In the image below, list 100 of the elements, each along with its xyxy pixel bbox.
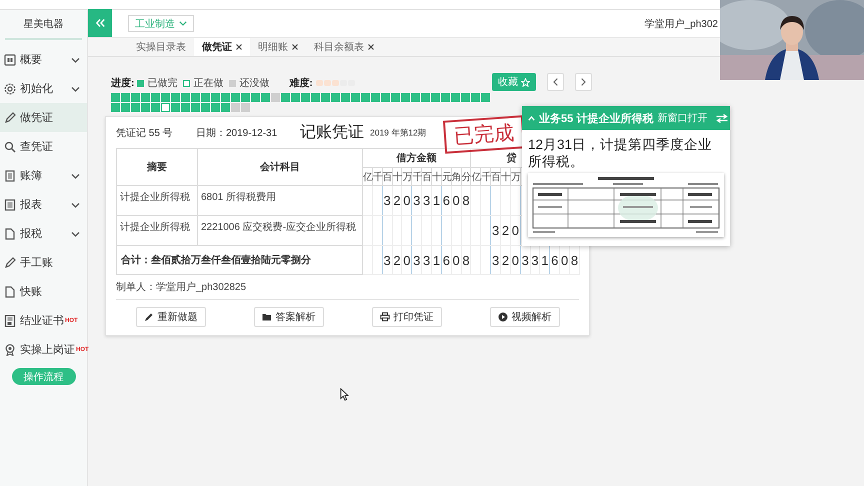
progress-cell[interactable] bbox=[281, 93, 290, 102]
sidebar-item[interactable]: 快账 bbox=[0, 277, 87, 306]
progress-cell[interactable] bbox=[391, 93, 400, 102]
progress-cell[interactable] bbox=[211, 93, 220, 102]
amount-digit: 6 bbox=[441, 186, 452, 216]
progress-cell[interactable] bbox=[421, 93, 430, 102]
sidebar-item[interactable]: 查凭证 bbox=[0, 132, 87, 161]
progress-cell[interactable] bbox=[131, 103, 140, 112]
amount-digit: 3 bbox=[412, 246, 422, 274]
progress-cell[interactable] bbox=[371, 93, 380, 102]
progress-cell[interactable] bbox=[321, 93, 330, 102]
double-chevron-left-icon bbox=[96, 19, 104, 27]
progress-cell[interactable] bbox=[431, 93, 440, 102]
progress-cell[interactable] bbox=[171, 93, 180, 102]
chevron-left-icon bbox=[553, 78, 558, 86]
sidebar-item[interactable]: 账簿 bbox=[0, 161, 87, 190]
sidebar-item[interactable]: 概要 bbox=[0, 45, 87, 74]
progress-cell[interactable] bbox=[111, 93, 120, 102]
progress-cell[interactable] bbox=[251, 93, 260, 102]
progress-cell[interactable] bbox=[471, 93, 480, 102]
progress-cell[interactable] bbox=[481, 93, 490, 102]
sidebar-item[interactable]: 手工账 bbox=[0, 248, 87, 277]
sidebar-item[interactable]: 报税 bbox=[0, 219, 87, 248]
unit-label: 亿 bbox=[470, 168, 481, 186]
amount-digit: 3 bbox=[412, 186, 422, 216]
progress-cell[interactable] bbox=[111, 103, 120, 112]
progress-cell[interactable] bbox=[141, 103, 150, 112]
progress-cell[interactable] bbox=[231, 103, 240, 112]
progress-cell[interactable] bbox=[311, 93, 320, 102]
progress-cell[interactable] bbox=[191, 93, 200, 102]
progress-cell[interactable] bbox=[201, 93, 210, 102]
sidebar-item[interactable]: 报表 bbox=[0, 190, 87, 219]
amount-digit: 2 bbox=[500, 216, 510, 246]
progress-cell[interactable] bbox=[211, 103, 220, 112]
tab[interactable]: 科目余额表 bbox=[306, 38, 382, 56]
previous-button[interactable] bbox=[547, 73, 564, 91]
amount-digit: 6 bbox=[441, 246, 452, 274]
next-button[interactable] bbox=[575, 73, 592, 91]
progress-cell[interactable] bbox=[131, 93, 140, 102]
tab[interactable]: 做凭证 bbox=[194, 38, 250, 56]
action-button[interactable]: 重新做题 bbox=[136, 307, 206, 327]
progress-cell[interactable] bbox=[191, 103, 200, 112]
progress-cell[interactable] bbox=[341, 93, 350, 102]
progress-cell[interactable] bbox=[181, 103, 190, 112]
settings-icon bbox=[4, 82, 16, 94]
progress-cell[interactable] bbox=[351, 93, 360, 102]
action-button[interactable]: 答案解析 bbox=[254, 307, 324, 327]
progress-cell[interactable] bbox=[361, 93, 370, 102]
amount-digit: 2 bbox=[500, 246, 510, 274]
progress-cell[interactable] bbox=[161, 103, 170, 112]
tab[interactable]: 明细账 bbox=[250, 38, 306, 56]
progress-cell[interactable] bbox=[221, 93, 230, 102]
progress-cell[interactable] bbox=[451, 93, 460, 102]
progress-cell[interactable] bbox=[241, 103, 250, 112]
amount-digit: 2 bbox=[392, 246, 402, 274]
amount-digit: 3 bbox=[490, 246, 501, 274]
progress-cell[interactable] bbox=[141, 93, 150, 102]
progress-cell[interactable] bbox=[121, 103, 130, 112]
progress-cell[interactable] bbox=[121, 93, 130, 102]
progress-cell[interactable] bbox=[201, 103, 210, 112]
progress-cell[interactable] bbox=[401, 93, 410, 102]
progress-cell[interactable] bbox=[161, 93, 170, 102]
book-icon bbox=[4, 170, 16, 182]
tab[interactable]: 实操目录表 bbox=[128, 38, 194, 56]
progress-cell[interactable] bbox=[271, 93, 280, 102]
close-icon bbox=[292, 44, 298, 50]
progress-cell[interactable] bbox=[241, 93, 250, 102]
unit-label: 千 bbox=[372, 168, 382, 186]
play-circle-icon bbox=[498, 312, 508, 322]
progress-cell[interactable] bbox=[171, 103, 180, 112]
amount-digit: 0 bbox=[402, 186, 412, 216]
column-header: 借方金额 bbox=[362, 148, 471, 168]
chevron-right-icon bbox=[581, 78, 586, 86]
sidebar-item[interactable]: 做凭证 bbox=[0, 103, 87, 132]
progress-cell[interactable] bbox=[151, 103, 160, 112]
amount-digit: 0 bbox=[402, 246, 412, 274]
collapse-button[interactable] bbox=[88, 9, 112, 37]
action-button[interactable]: 打印凭证 bbox=[372, 307, 442, 327]
progress-cell[interactable] bbox=[381, 93, 390, 102]
swap-icon bbox=[716, 114, 728, 122]
progress-cell[interactable] bbox=[151, 93, 160, 102]
progress-cell[interactable] bbox=[181, 93, 190, 102]
amount-digit: 3 bbox=[382, 246, 392, 274]
folder-icon bbox=[262, 312, 272, 322]
action-button[interactable]: 视频解析 bbox=[490, 307, 560, 327]
progress-cell[interactable] bbox=[411, 93, 420, 102]
progress-cell[interactable] bbox=[301, 93, 310, 102]
progress-cell[interactable] bbox=[291, 93, 300, 102]
sidebar-item[interactable]: 初始化 bbox=[0, 74, 87, 103]
unit-label: 元 bbox=[441, 168, 452, 186]
progress-cell[interactable] bbox=[441, 93, 450, 102]
progress-cell[interactable] bbox=[261, 93, 270, 102]
progress-cell[interactable] bbox=[461, 93, 470, 102]
chevron-down-icon bbox=[71, 231, 80, 237]
progress-cell[interactable] bbox=[331, 93, 340, 102]
progress-cell[interactable] bbox=[221, 103, 230, 112]
voucher-date: 日期：2019-12-31 bbox=[196, 126, 278, 140]
amount-digit: 0 bbox=[510, 246, 520, 274]
unit-label: 百 bbox=[382, 168, 392, 186]
progress-cell[interactable] bbox=[231, 93, 240, 102]
